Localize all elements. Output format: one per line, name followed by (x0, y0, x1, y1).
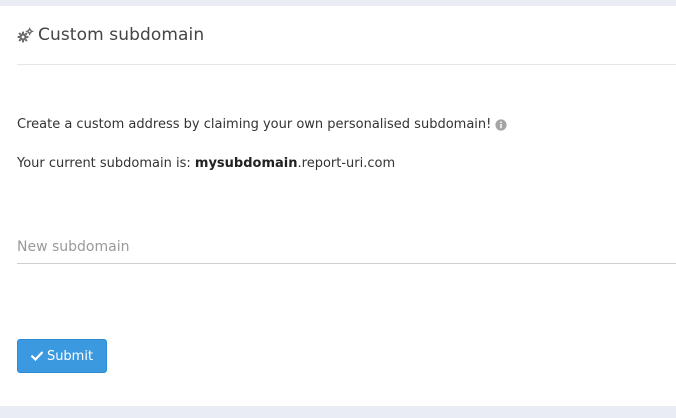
current-subdomain-value: mysubdomain (194, 156, 298, 171)
submit-button-label: Submit (46, 348, 94, 364)
check-icon (30, 350, 44, 362)
page: Custom subdomain Create a custom address… (0, 0, 676, 418)
current-subdomain-text: Your current subdomain is: mysubdomain.r… (17, 156, 395, 171)
new-subdomain-input[interactable] (17, 230, 676, 264)
intro-label: Create a custom address by claiming your… (17, 117, 492, 132)
info-circle-icon[interactable] (495, 118, 507, 131)
custom-subdomain-panel: Custom subdomain Create a custom address… (0, 6, 676, 406)
current-subdomain-prefix: Your current subdomain is: (17, 156, 195, 171)
page-title: Custom subdomain (38, 25, 205, 45)
current-subdomain-suffix: .report-uri.com (297, 156, 396, 171)
intro-text: Create a custom address by claiming your… (17, 117, 507, 132)
panel-header: Custom subdomain (17, 6, 676, 65)
submit-button[interactable]: Submit (17, 339, 107, 373)
cogs-icon (17, 27, 34, 44)
